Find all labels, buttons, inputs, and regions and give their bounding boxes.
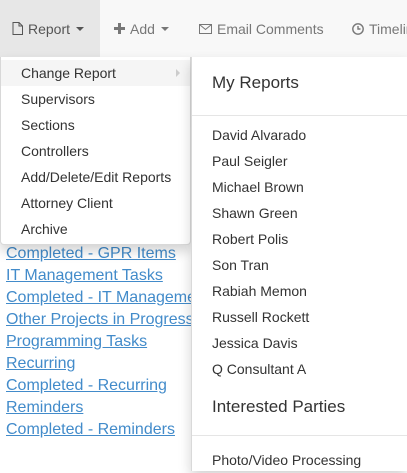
report-link[interactable]: Completed - GPR Items <box>6 243 209 265</box>
report-dropdown-menu: Change Report Supervisors Sections Contr… <box>0 57 191 245</box>
menu-item-supervisors[interactable]: Supervisors <box>1 86 190 112</box>
report-link[interactable]: Programming Tasks <box>6 331 209 353</box>
report-option[interactable]: Q Consultant A <box>212 356 306 382</box>
menu-item-label: Sections <box>21 117 75 133</box>
report-link[interactable]: Completed - IT Management <box>6 287 209 309</box>
top-navbar: Report Add Email Comments Timeline <box>0 0 407 58</box>
caret-down-icon <box>76 26 85 31</box>
menu-item-label: Supervisors <box>21 91 95 107</box>
change-report-submenu: My Reports David Alvarado Paul Seigler M… <box>191 57 407 471</box>
report-link[interactable]: Reminders <box>6 397 209 419</box>
report-link[interactable]: Other Projects in Progress <box>6 309 209 331</box>
report-option[interactable]: Michael Brown <box>212 174 304 200</box>
menu-item-label: Add/Delete/Edit Reports <box>21 169 172 185</box>
report-option[interactable]: Russell Rockett <box>212 304 309 330</box>
divider <box>192 435 407 436</box>
menu-item-attorney-client[interactable]: Attorney Client <box>1 190 190 216</box>
report-option[interactable]: Shawn Green <box>212 200 298 226</box>
timeline-label: Timeline <box>369 20 407 37</box>
report-option[interactable]: Jessica Davis <box>212 330 298 356</box>
report-option[interactable]: Robert Polis <box>212 226 288 252</box>
email-comments-button[interactable]: Email Comments <box>184 0 337 57</box>
report-option[interactable]: Son Tran <box>212 252 269 278</box>
my-reports-header: My Reports <box>212 73 299 92</box>
clock-icon <box>352 22 364 35</box>
report-link-list: Completed - GPR Items IT Management Task… <box>6 243 209 441</box>
menu-item-label: Attorney Client <box>21 195 113 211</box>
caret-right-icon <box>176 69 180 77</box>
menu-item-label: Archive <box>21 221 68 237</box>
timeline-button[interactable]: Timeline <box>337 0 407 57</box>
menu-item-sections[interactable]: Sections <box>1 112 190 138</box>
add-menu-button[interactable]: Add <box>100 0 184 57</box>
menu-item-label: Controllers <box>21 143 89 159</box>
envelope-icon <box>199 23 212 34</box>
menu-item-change-report[interactable]: Change Report <box>1 60 190 86</box>
menu-item-edit-reports[interactable]: Add/Delete/Edit Reports <box>1 164 190 190</box>
report-menu-label: Report <box>28 20 71 37</box>
report-menu-button[interactable]: Report <box>0 0 100 57</box>
add-menu-label: Add <box>130 20 155 37</box>
report-link[interactable]: IT Management Tasks <box>6 265 209 287</box>
report-option[interactable]: Photo/Video Processing <box>212 447 361 473</box>
menu-item-label: Change Report <box>21 65 116 81</box>
plus-icon <box>114 23 125 34</box>
file-icon <box>12 22 23 35</box>
interested-parties-header: Interested Parties <box>212 397 346 416</box>
divider <box>192 115 407 116</box>
email-comments-label: Email Comments <box>217 20 324 37</box>
menu-item-controllers[interactable]: Controllers <box>1 138 190 164</box>
report-link[interactable]: Completed - Recurring <box>6 375 209 397</box>
report-option[interactable]: Rabiah Memon <box>212 278 307 304</box>
report-link[interactable]: Recurring <box>6 353 209 375</box>
menu-item-archive[interactable]: Archive <box>1 216 190 242</box>
report-option[interactable]: Paul Seigler <box>212 148 288 174</box>
report-option[interactable]: David Alvarado <box>212 122 306 148</box>
caret-down-icon <box>160 26 169 31</box>
report-link[interactable]: Completed - Reminders <box>6 419 209 441</box>
